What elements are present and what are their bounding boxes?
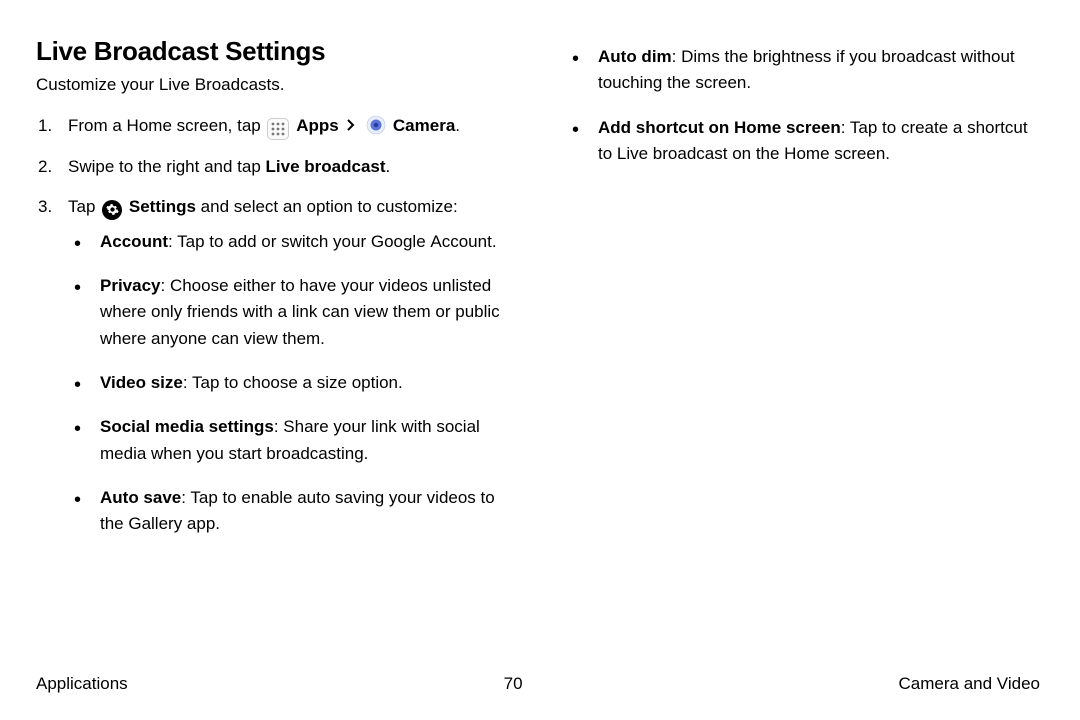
gear-icon [102,200,122,220]
chevron-right-icon [347,113,355,139]
step-2: Swipe to the right and tap Live broadcas… [36,154,514,180]
bullet-label: Auto dim [598,47,672,66]
footer-left: Applications [36,674,128,694]
bullet-text: : Tap to choose a size option. [183,373,403,392]
step-1-apps-label: Apps [296,116,339,135]
bullet-label: Privacy [100,276,161,295]
options-list-right: Auto dim: Dims the brightness if you bro… [562,44,1040,167]
step-3-c: and select an option to customize: [196,197,458,216]
step-3: Tap Settings and select an option to cus… [36,194,514,537]
bullet-privacy: Privacy: Choose either to have your vide… [68,273,514,352]
bullet-auto-save: Auto save: Tap to enable auto saving you… [68,485,514,538]
bullet-text: : Choose either to have your videos unli… [100,276,500,348]
bullet-label: Add shortcut on Home screen [598,118,841,137]
step-1-camera-label: Camera [393,116,455,135]
footer-right: Camera and Video [899,674,1040,694]
options-list-left: Account: Tap to add or switch your Googl… [68,229,514,538]
bullet-text: : Tap to add or switch your Google Accou… [168,232,497,251]
step-1: From a Home screen, tap Apps [36,113,514,140]
step-1-a: From a Home screen, tap [68,116,265,135]
bullet-label: Social media settings [100,417,274,436]
step-2-b: Live broadcast [266,157,386,176]
bullet-auto-dim: Auto dim: Dims the brightness if you bro… [562,44,1040,97]
step-2-a: Swipe to the right and tap [68,157,266,176]
page-subtitle: Customize your Live Broadcasts. [36,75,514,95]
bullet-social-media: Social media settings: Share your link w… [68,414,514,467]
apps-icon [267,118,289,140]
bullet-add-shortcut: Add shortcut on Home screen: Tap to crea… [562,115,1040,168]
bullet-label: Account [100,232,168,251]
bullet-label: Auto save [100,488,181,507]
bullet-label: Video size [100,373,183,392]
camera-icon [366,115,386,135]
step-2-c: . [386,157,391,176]
page-title: Live Broadcast Settings [36,36,514,67]
step-3-b: Settings [129,197,196,216]
step-1-end: . [455,116,460,135]
bullet-video-size: Video size: Tap to choose a size option. [68,370,514,396]
bullet-account: Account: Tap to add or switch your Googl… [68,229,514,255]
footer-page-number: 70 [504,674,523,694]
step-3-a: Tap [68,197,100,216]
